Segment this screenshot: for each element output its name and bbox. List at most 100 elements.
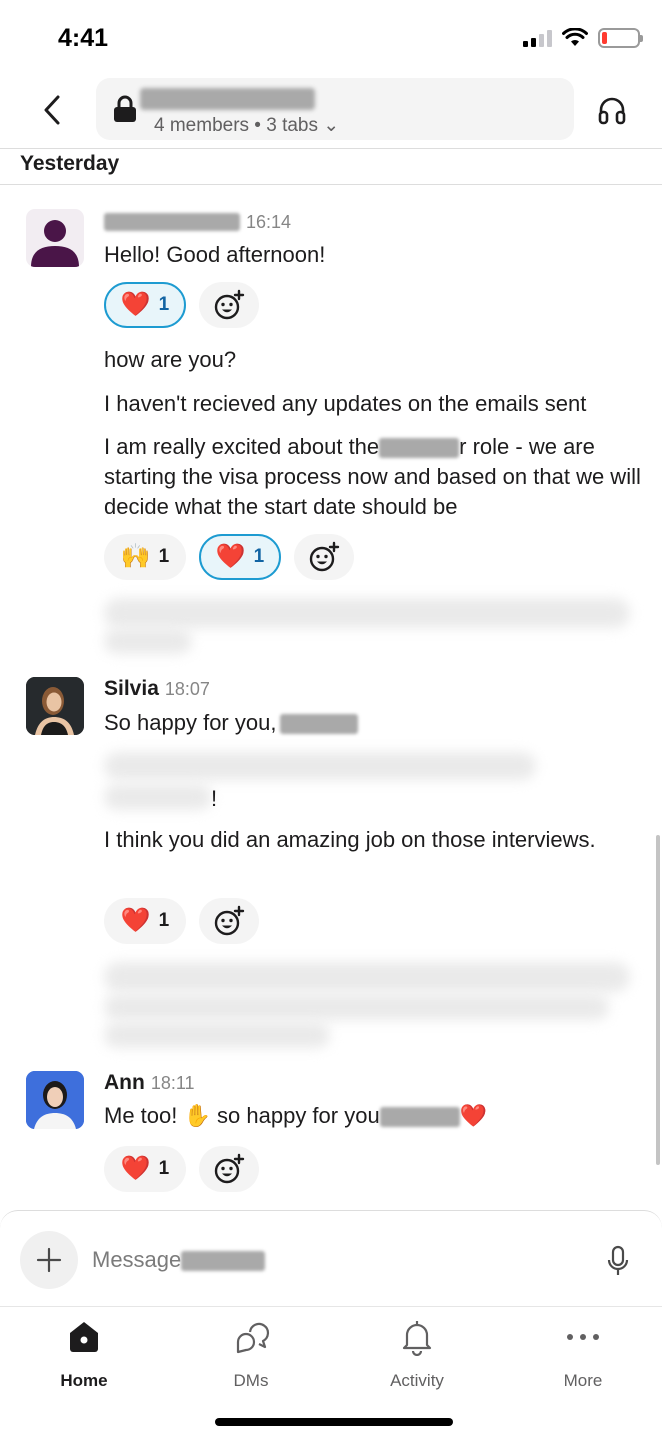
reaction-emoji: ❤️ <box>120 907 151 934</box>
redacted-text <box>379 438 460 459</box>
channel-info-button[interactable]: 4 members • 3 tabs ⌄ <box>96 78 574 140</box>
message-text-part: Me too! <box>104 1103 178 1128</box>
reaction-heart[interactable]: ❤️ 1 <box>104 1146 186 1192</box>
author-name: Silvia <box>104 677 159 700</box>
blurred-message <box>104 752 536 780</box>
more-icon <box>567 1334 599 1340</box>
user-photo-icon <box>26 677 84 735</box>
message-input[interactable]: Message <box>92 1247 266 1273</box>
lock-icon <box>114 95 136 122</box>
voice-record-button[interactable] <box>600 1243 636 1279</box>
channel-subtitle: 4 members • 3 tabs ⌄ <box>154 115 340 136</box>
author-name: Ann <box>104 1071 145 1094</box>
tab-label: More <box>563 1371 603 1390</box>
heart-emoji: ❤️ <box>459 1103 488 1128</box>
headphones-icon <box>598 97 626 125</box>
reaction-count: 1 <box>253 546 265 567</box>
redacted-text <box>181 1251 266 1272</box>
chevron-left-icon <box>44 95 60 125</box>
status-time: 4:41 <box>58 24 109 52</box>
status-icons <box>523 28 643 48</box>
message-text-part: I am really excited about the <box>104 434 380 459</box>
redacted-text <box>379 1107 460 1128</box>
scrollbar[interactable] <box>656 835 660 1165</box>
add-reaction-icon <box>214 905 245 936</box>
message-text: Hello! Good afternoon! <box>104 242 326 267</box>
tab-more[interactable]: More <box>523 1317 643 1397</box>
reaction-count: 1 <box>158 910 170 931</box>
back-button[interactable] <box>30 88 74 132</box>
bell-icon <box>402 1321 432 1356</box>
reaction-emoji: ❤️ <box>120 291 151 318</box>
author-name-redacted <box>104 213 240 232</box>
message-text: how are you? <box>104 347 237 372</box>
avatar[interactable] <box>26 677 84 735</box>
message-composer: Message <box>0 1210 662 1306</box>
status-bar: 4:41 <box>0 0 662 78</box>
blurred-message <box>104 994 609 1020</box>
raised-hand-emoji: ✋ <box>183 1103 211 1128</box>
message-author[interactable]: Silvia 18:07 <box>104 677 210 701</box>
cellular-signal-icon <box>523 29 552 47</box>
reaction-heart[interactable]: ❤️ 1 <box>104 898 186 944</box>
tab-home[interactable]: Home <box>24 1317 144 1397</box>
reaction-emoji: 🙌 <box>120 543 151 570</box>
message-text: I am really excited about the r role - we… <box>104 432 649 522</box>
tab-label: Activity <box>390 1371 444 1390</box>
reaction-raised-hands[interactable]: 🙌 1 <box>104 534 186 580</box>
blurred-message <box>104 784 212 810</box>
channel-header: 4 members • 3 tabs ⌄ <box>0 78 662 148</box>
default-user-icon <box>31 220 79 267</box>
message-author[interactable]: 16:14 <box>104 210 291 234</box>
add-reaction-icon <box>214 289 245 320</box>
tab-label: DMs <box>233 1371 269 1390</box>
reaction-count: 1 <box>158 294 170 315</box>
message-text: So happy for you, <box>104 708 649 738</box>
message-text: ! <box>211 786 218 811</box>
message-text-part: So happy for you, <box>104 710 277 735</box>
add-reaction-icon <box>214 1153 245 1184</box>
message-input-placeholder: Message <box>92 1247 182 1272</box>
blurred-message <box>104 628 192 654</box>
tab-label: Home <box>60 1371 108 1390</box>
home-indicator[interactable] <box>215 1418 453 1426</box>
redacted-text <box>280 714 359 735</box>
message-time: 16:14 <box>246 212 292 232</box>
reaction-emoji: ❤️ <box>120 1155 151 1182</box>
add-reaction-icon <box>309 541 340 572</box>
message-text: I haven't recieved any updates on the em… <box>104 391 587 416</box>
add-reaction-button[interactable] <box>294 534 354 580</box>
blurred-message <box>104 598 630 628</box>
channel-name-redacted <box>140 88 315 110</box>
add-reaction-button[interactable] <box>199 1146 259 1192</box>
reaction-heart[interactable]: ❤️ 1 <box>199 534 281 580</box>
message-time: 18:11 <box>150 1073 195 1093</box>
message-time: 18:07 <box>164 679 210 699</box>
day-divider-line <box>0 184 662 185</box>
reaction-heart[interactable]: ❤️ 1 <box>104 282 186 328</box>
huddle-button[interactable] <box>592 90 632 130</box>
attach-button[interactable] <box>20 1231 78 1289</box>
wifi-icon <box>562 28 588 46</box>
message-text-part: so happy for you <box>217 1103 380 1128</box>
message-author[interactable]: Ann 18:11 <box>104 1071 195 1095</box>
home-icon <box>70 1322 98 1352</box>
day-divider: Yesterday <box>20 152 120 175</box>
header-divider <box>0 148 662 149</box>
reaction-emoji: ❤️ <box>215 543 246 570</box>
blurred-message <box>104 962 630 992</box>
add-reaction-button[interactable] <box>199 898 259 944</box>
message-text: I think you did an amazing job on those … <box>104 827 596 852</box>
tab-activity[interactable]: Activity <box>357 1317 477 1397</box>
blurred-message <box>104 1022 330 1048</box>
add-reaction-button[interactable] <box>199 282 259 328</box>
avatar[interactable] <box>26 1071 84 1129</box>
microphone-icon <box>607 1245 629 1275</box>
battery-icon <box>598 28 643 48</box>
plus-icon <box>36 1247 62 1273</box>
dms-icon <box>236 1322 270 1354</box>
avatar[interactable] <box>26 209 84 267</box>
message-text: Me too! ✋ so happy for you ❤️ <box>104 1101 649 1131</box>
reaction-count: 1 <box>158 546 170 567</box>
tab-dms[interactable]: DMs <box>191 1317 311 1397</box>
